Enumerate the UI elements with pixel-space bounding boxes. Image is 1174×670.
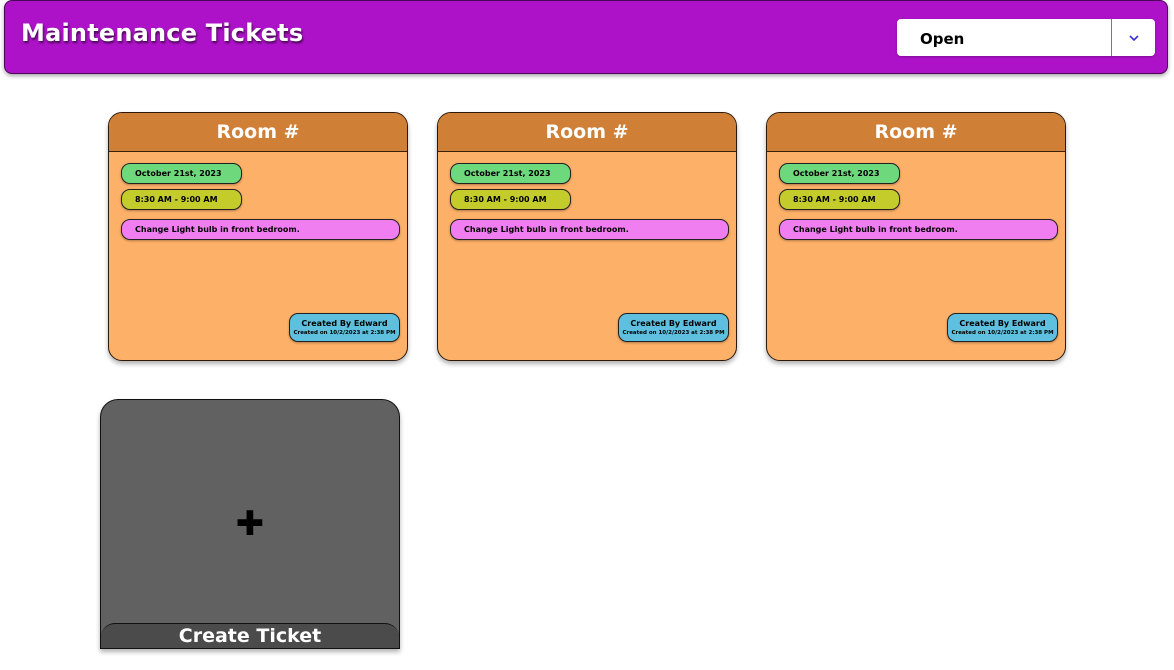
select-divider: [1111, 19, 1112, 56]
page-title: Maintenance Tickets: [21, 19, 304, 47]
chevron-down-icon[interactable]: [1113, 19, 1155, 56]
ticket-time-badge: 8:30 AM - 9:00 AM: [779, 189, 900, 210]
ticket-room-title: Room #: [438, 113, 736, 152]
status-filter-value: Open: [920, 30, 965, 48]
ticket-created-by: Created By Edward: [959, 318, 1046, 328]
ticket-card[interactable]: Room # October 21st, 2023 8:30 AM - 9:00…: [766, 112, 1066, 361]
create-ticket-button[interactable]: ✚ Create Ticket: [100, 399, 400, 649]
ticket-date-badge: October 21st, 2023: [450, 163, 571, 184]
ticket-created-on: Created on 10/2/2023 at 2:38 PM: [622, 329, 725, 336]
ticket-card[interactable]: Room # October 21st, 2023 8:30 AM - 9:00…: [437, 112, 737, 361]
app-header: Maintenance Tickets Open: [4, 0, 1168, 74]
ticket-creator-badge: Created By Edward Created on 10/2/2023 a…: [289, 313, 400, 342]
ticket-date-badge: October 21st, 2023: [121, 163, 242, 184]
ticket-created-on: Created on 10/2/2023 at 2:38 PM: [293, 329, 396, 336]
ticket-creator-badge: Created By Edward Created on 10/2/2023 a…: [947, 313, 1058, 342]
create-ticket-label: Create Ticket: [101, 623, 399, 648]
ticket-created-by: Created By Edward: [630, 318, 717, 328]
ticket-created-by: Created By Edward: [301, 318, 388, 328]
ticket-room-title: Room #: [767, 113, 1065, 152]
ticket-room-title: Room #: [109, 113, 407, 152]
ticket-time-badge: 8:30 AM - 9:00 AM: [450, 189, 571, 210]
ticket-creator-badge: Created By Edward Created on 10/2/2023 a…: [618, 313, 729, 342]
ticket-card[interactable]: Room # October 21st, 2023 8:30 AM - 9:00…: [108, 112, 408, 361]
ticket-description: Change Light bulb in front bedroom.: [450, 219, 729, 240]
ticket-time-badge: 8:30 AM - 9:00 AM: [121, 189, 242, 210]
status-filter-select[interactable]: Open: [897, 19, 1155, 56]
ticket-date-badge: October 21st, 2023: [779, 163, 900, 184]
ticket-description: Change Light bulb in front bedroom.: [121, 219, 400, 240]
ticket-created-on: Created on 10/2/2023 at 2:38 PM: [951, 329, 1054, 336]
ticket-description: Change Light bulb in front bedroom.: [779, 219, 1058, 240]
plus-icon: ✚: [235, 504, 265, 544]
